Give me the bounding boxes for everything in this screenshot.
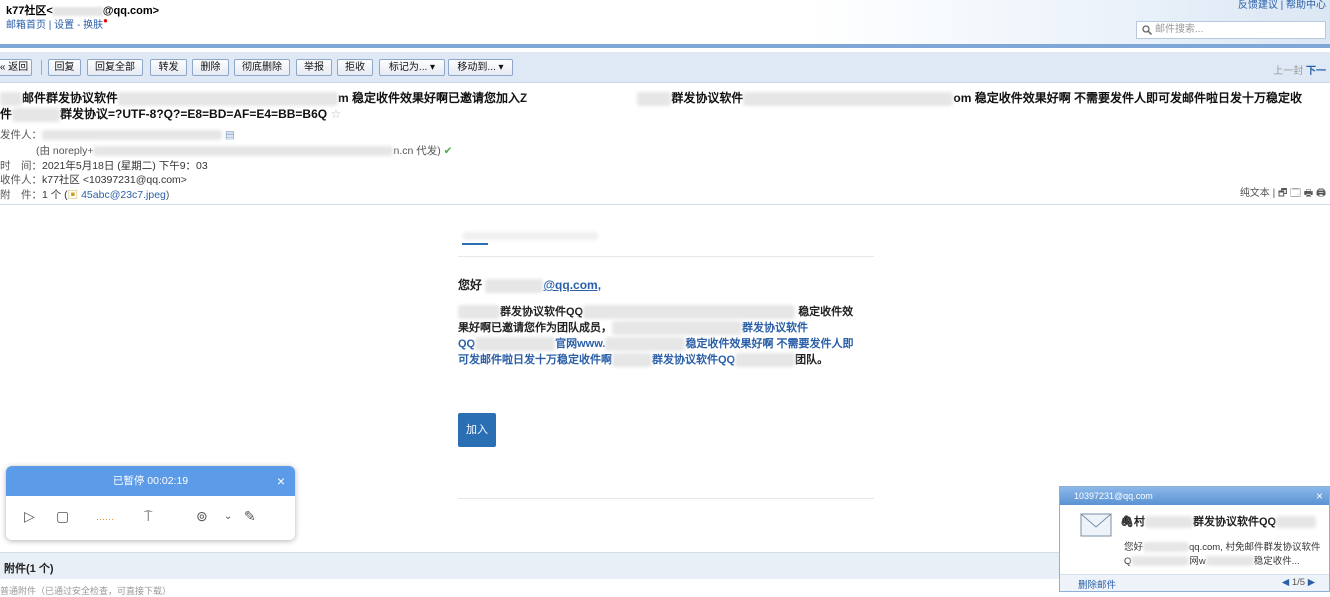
contact-card-icon[interactable]: ▤ — [225, 129, 235, 141]
close-icon[interactable]: × — [277, 466, 285, 496]
prev-mail-link[interactable]: 上一封 — [1273, 66, 1303, 77]
logo-underline — [462, 243, 488, 245]
attachment-row: 附 件：1 个 (▣ 45abc@23c7.jpeg) — [0, 189, 170, 201]
search-icon — [1142, 25, 1153, 41]
star-icon[interactable]: ☆ — [330, 107, 341, 121]
greeting: 您好 @qq.com, — [458, 278, 602, 293]
notification-header: 10397231@qq.com × — [1060, 487, 1329, 505]
view-icons[interactable]: 🗗 🗔 🖶 🖨 — [1278, 188, 1326, 199]
notification-account: 10397231@qq.com — [1074, 491, 1153, 501]
mail-subject: 邮件群发协议软件 m 稳定收件效果好啊已邀请您加入Z 群发协议软件 om 稳定收件效果… — [0, 91, 1303, 122]
header-separator — [0, 204, 1330, 205]
delete-permanently-button[interactable]: 彻底删除 — [234, 59, 290, 76]
play-icon[interactable]: ▷ — [24, 508, 35, 525]
notification-pager: ◀ 1/5 ▶ — [1281, 577, 1315, 588]
search-input[interactable]: 邮件搜索... — [1136, 21, 1326, 39]
close-icon[interactable]: × — [1316, 487, 1323, 505]
reply-button[interactable]: 回复 — [48, 59, 81, 76]
stop-icon[interactable]: ▢ — [56, 508, 69, 525]
attachment-link[interactable]: 45abc@23c7.jpeg — [81, 189, 166, 201]
verified-icon: ✔ — [443, 145, 453, 157]
header-divider — [0, 44, 1330, 48]
recorder-status: 已暂停 00:02:19 — [112, 475, 189, 487]
recorder-toolbar: ▷ ▢ ⋯⋯ ⍑ ⊚ ⌄ ✎ — [6, 496, 295, 540]
report-button[interactable]: 举报 — [296, 59, 332, 76]
join-button[interactable]: 加入 — [458, 413, 496, 447]
content-divider-top — [458, 256, 874, 257]
sender-row: 发件人： ▤ — [0, 129, 235, 141]
audio-level-icon[interactable]: ⋯⋯ — [96, 514, 114, 525]
back-button[interactable]: « 返回 — [0, 59, 32, 76]
time-row: 时 间：2021年5月18日 (星期二) 下午9：03 — [0, 160, 208, 172]
next-mail-link[interactable]: 下一 — [1306, 66, 1326, 77]
mail-body-text: 群发协议软件QQ 稳定收件效 果好啊已邀请您作为团队成员， 群发协议软件 QQ 官网… — [458, 305, 854, 368]
reject-button[interactable]: 拒收 — [337, 59, 373, 76]
top-links[interactable]: 反馈建议 | 帮助中心 — [1238, 0, 1326, 11]
view-options: 纯文本 | 🗗 🗔 🖶 🖨 — [1240, 184, 1326, 203]
image-file-icon: ▣ — [67, 189, 79, 201]
plain-text-link[interactable]: 纯文本 | — [1240, 188, 1275, 199]
delete-mail-link[interactable]: 删除邮件 — [1078, 577, 1116, 591]
cursor-tool-icon[interactable]: ⍑ — [144, 508, 152, 525]
logo-blurred — [463, 230, 598, 241]
sender-via-row: (由 noreply+ n.cn 代发) ✔ — [36, 145, 453, 157]
toolbar-separator — [41, 60, 42, 75]
webcam-icon[interactable]: ⊚ — [196, 508, 208, 525]
notification-title: 🖇村 群发协议软件QQ — [1120, 513, 1317, 529]
content-divider-bottom — [458, 498, 874, 499]
attachment-subtitle: 普通附件（已通过安全检查，可直接下载） — [0, 586, 172, 596]
mark-as-dropdown[interactable]: 标记为... ▾ — [379, 59, 445, 76]
recorder-header: 已暂停 00:02:19 × — [6, 466, 295, 496]
mail-header: k77社区< @qq.com> 邮箱首页 | 设置 - 换肤● 反馈建议 | 帮助… — [0, 0, 1330, 44]
prev-next-nav: 上一封 下一 — [1273, 62, 1326, 77]
attachment-section: 附件(1 个) — [0, 552, 1060, 579]
notification-footer: 删除邮件 ◀ 1/5 ▶ — [1060, 574, 1329, 591]
notification-preview: 您好 qq.com, 村免邮件群发协议软件 Q 网w 稳定收件... — [1124, 542, 1321, 567]
envelope-icon — [1080, 513, 1112, 540]
delete-button[interactable]: 删除 — [192, 59, 229, 76]
reply-all-button[interactable]: 回复全部 — [87, 59, 143, 76]
link-skin[interactable]: 换肤 — [83, 20, 103, 31]
new-mail-notification[interactable]: 10397231@qq.com × 🖇村 群发协议软件QQ 您好 qq.com, 村… — [1059, 486, 1330, 592]
chevron-left-icon[interactable]: ◀ — [1282, 577, 1289, 588]
move-to-dropdown[interactable]: 移动到... ▾ — [448, 59, 513, 76]
link-settings[interactable]: 设置 — [54, 20, 74, 31]
screen-recorder-panel: 已暂停 00:02:19 × ▷ ▢ ⋯⋯ ⍑ ⊚ ⌄ ✎ — [6, 466, 295, 540]
chevron-right-icon[interactable]: ▶ — [1308, 577, 1315, 588]
forward-button[interactable]: 转发 — [150, 59, 187, 76]
new-dot-icon: ● — [103, 16, 108, 25]
pen-icon[interactable]: ✎ — [244, 508, 256, 525]
chevron-down-icon[interactable]: ⌄ — [224, 511, 232, 522]
link-mail-home[interactable]: 邮箱首页 — [6, 20, 46, 31]
mail-toolbar: « 返回 回复 回复全部 转发 删除 彻底删除 举报 拒收 标记为... ▾ 移… — [0, 52, 1330, 83]
header-links: 邮箱首页 | 设置 - 换肤● — [6, 16, 108, 31]
attachment-clip-icon: 🖇 — [1120, 516, 1134, 528]
attachment-title: 附件(1 个) — [4, 563, 54, 575]
recipient-row: 收件人：k77社区 <10397231@qq.com> — [0, 174, 187, 186]
